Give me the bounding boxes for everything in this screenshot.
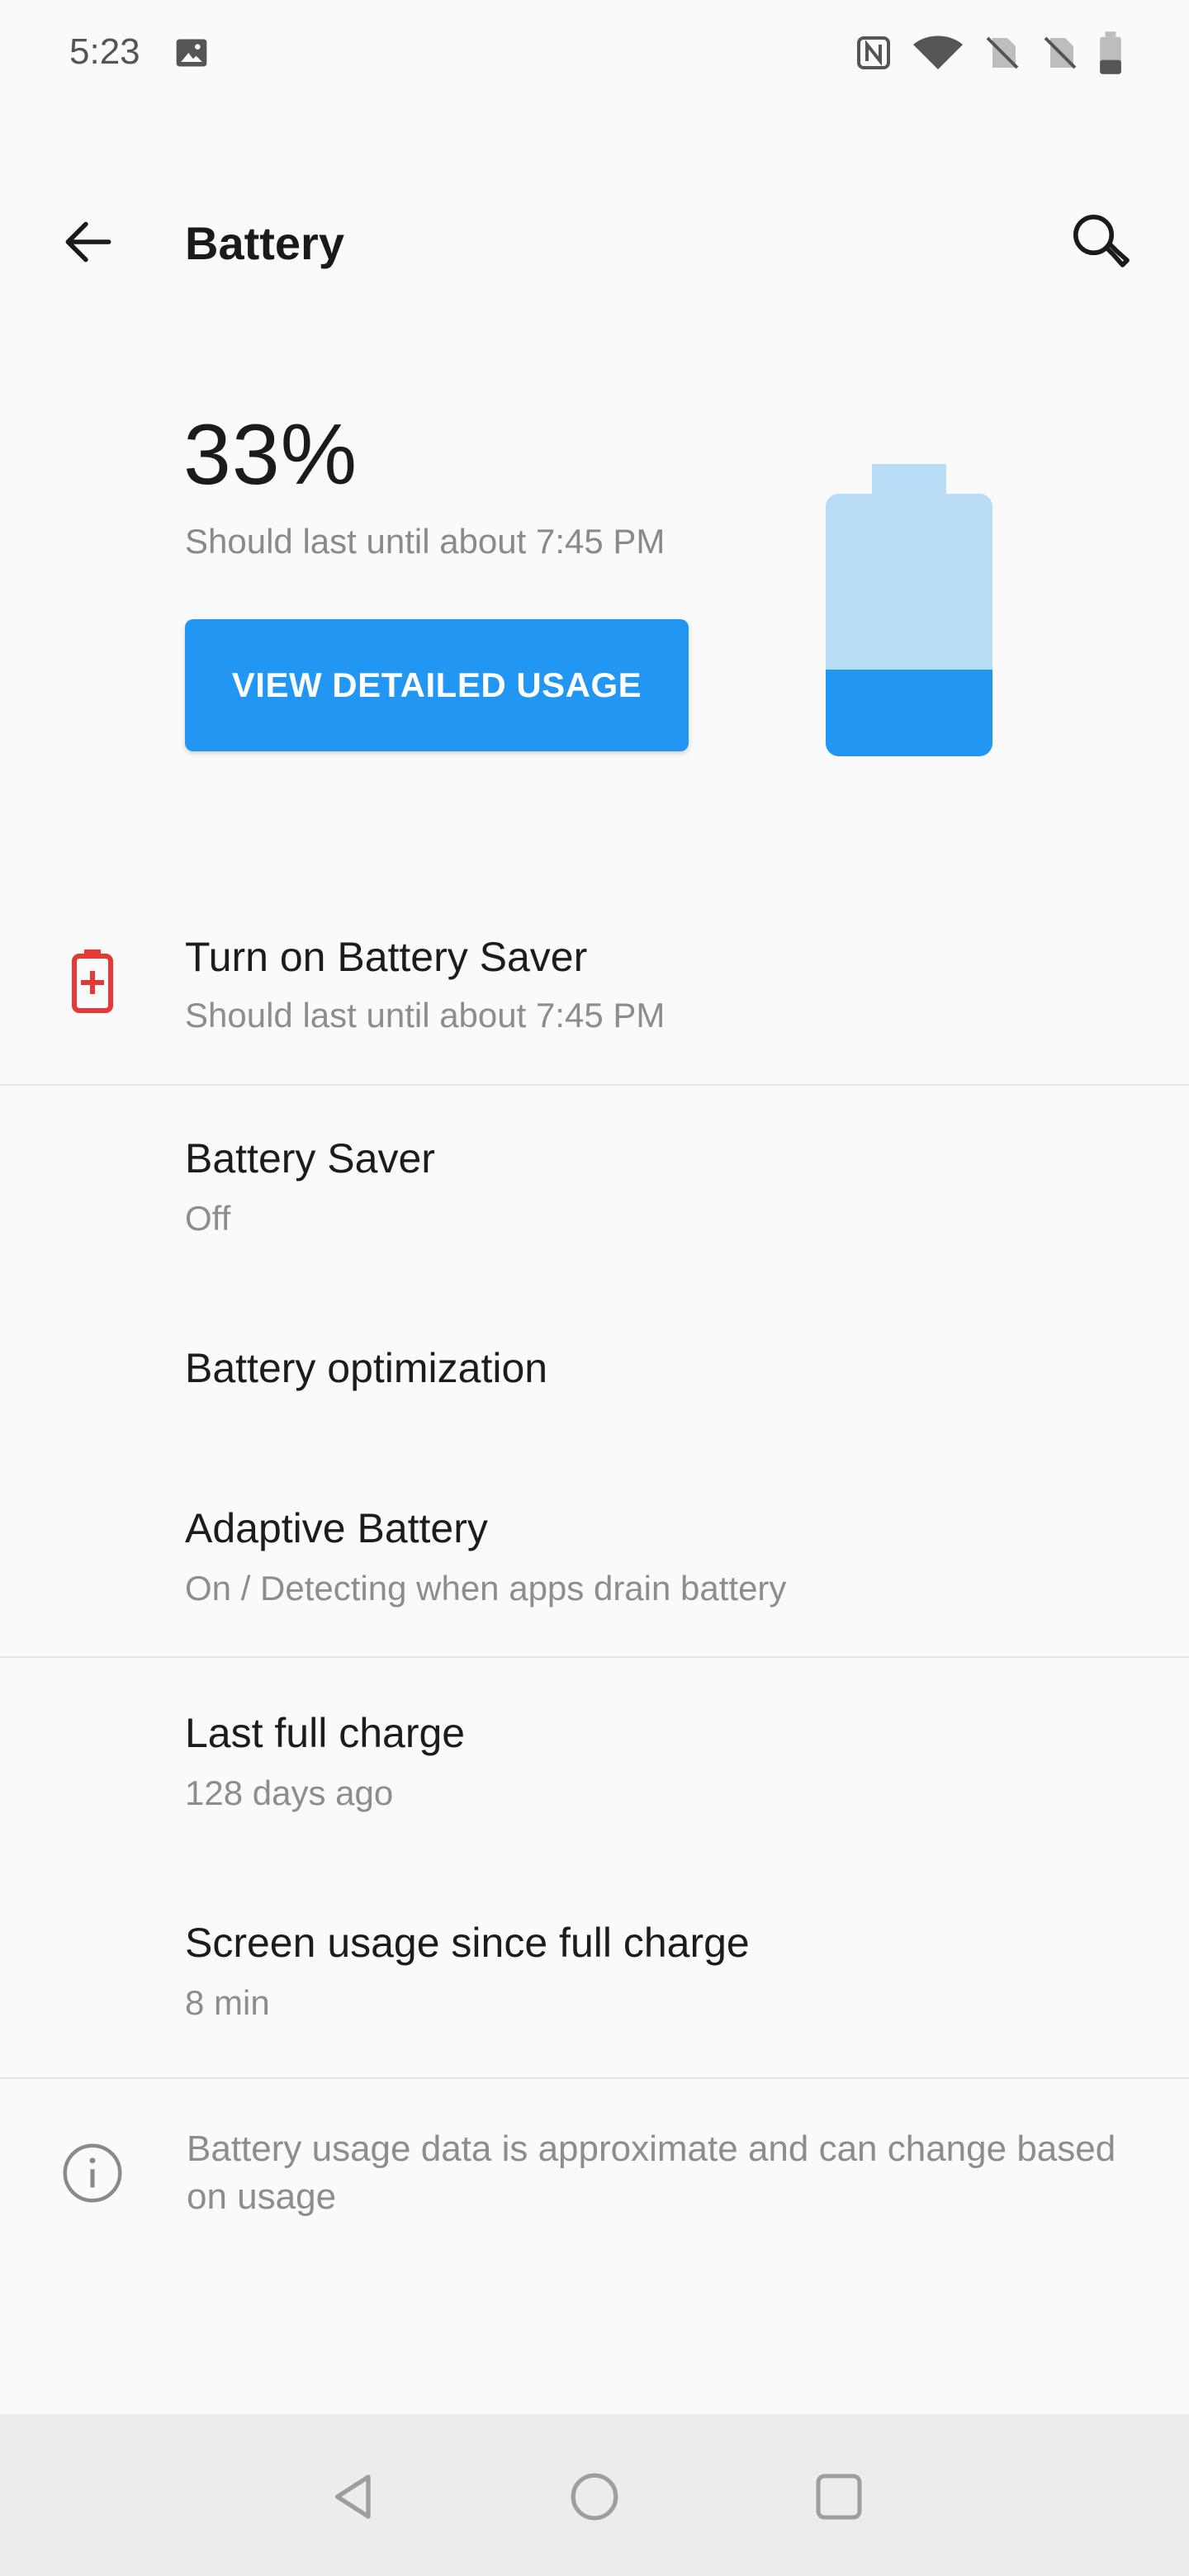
wifi-icon — [912, 33, 964, 77]
screen-usage-item: Screen usage since full charge 8 min — [0, 1911, 1189, 2076]
no-sim-icon — [983, 33, 1022, 77]
divider — [0, 1084, 1189, 1086]
status-time: 5:23 — [69, 31, 140, 72]
nav-home-icon — [571, 2473, 618, 2521]
saver-suggestion-subtitle: Should last until about 7:45 PM — [185, 996, 666, 1035]
battery-saver-suggestion[interactable]: Turn on Battery Saver Should last until … — [0, 918, 1189, 1083]
nfc-icon — [854, 33, 893, 77]
last-full-charge-item: Last full charge 128 days ago — [0, 1701, 1189, 1866]
screen-usage-value: 8 min — [185, 1983, 270, 2022]
nav-home-button[interactable] — [553, 2455, 636, 2538]
nav-back-icon — [335, 2474, 371, 2519]
divider — [0, 1656, 1189, 1658]
info-icon — [61, 2142, 124, 2209]
page-title: Battery — [185, 217, 344, 269]
back-button[interactable] — [51, 205, 126, 279]
view-detailed-usage-button[interactable]: VIEW DETAILED USAGE — [185, 619, 689, 751]
divider — [0, 2077, 1189, 2079]
adaptive-battery-status: On / Detecting when apps drain battery — [185, 1569, 787, 1608]
battery-saver-title: Battery Saver — [185, 1135, 435, 1181]
usage-info-text: Battery usage data is approximate and ca… — [187, 2129, 1116, 2217]
battery-percentage: 33% — [183, 407, 358, 503]
battery-level-icon — [822, 464, 996, 765]
no-sim-2-icon — [1040, 33, 1080, 77]
nav-back-button[interactable] — [314, 2455, 396, 2538]
battery-optimization-item[interactable]: Battery optimization — [0, 1319, 1189, 1427]
nav-recents-icon — [816, 2474, 862, 2520]
screen-usage-title: Screen usage since full charge — [185, 1920, 750, 1966]
nav-recents-button[interactable] — [798, 2455, 880, 2538]
adaptive-battery-item[interactable]: Adaptive Battery On / Detecting when app… — [0, 1493, 1189, 1658]
battery-saver-item[interactable]: Battery Saver Off — [0, 1123, 1189, 1288]
battery-estimate: Should last until about 7:45 PM — [185, 522, 666, 561]
last-full-charge-title: Last full charge — [185, 1710, 466, 1756]
battery-alert-icon — [69, 948, 116, 1018]
navigation-bar — [0, 2414, 1189, 2576]
battery-status-icon — [1098, 31, 1123, 78]
status-icons — [854, 31, 1123, 78]
adaptive-battery-title: Adaptive Battery — [185, 1505, 488, 1551]
last-full-charge-value: 128 days ago — [185, 1773, 394, 1812]
search-button[interactable] — [1065, 206, 1139, 281]
image-notification-icon — [173, 35, 210, 75]
battery-fill-edge — [826, 670, 992, 686]
battery-saver-status: Off — [185, 1199, 231, 1238]
arrow-back-icon — [65, 221, 111, 263]
battery-optimization-title: Battery optimization — [185, 1345, 548, 1391]
search-icon — [1073, 215, 1130, 268]
saver-suggestion-title: Turn on Battery Saver — [185, 934, 588, 980]
